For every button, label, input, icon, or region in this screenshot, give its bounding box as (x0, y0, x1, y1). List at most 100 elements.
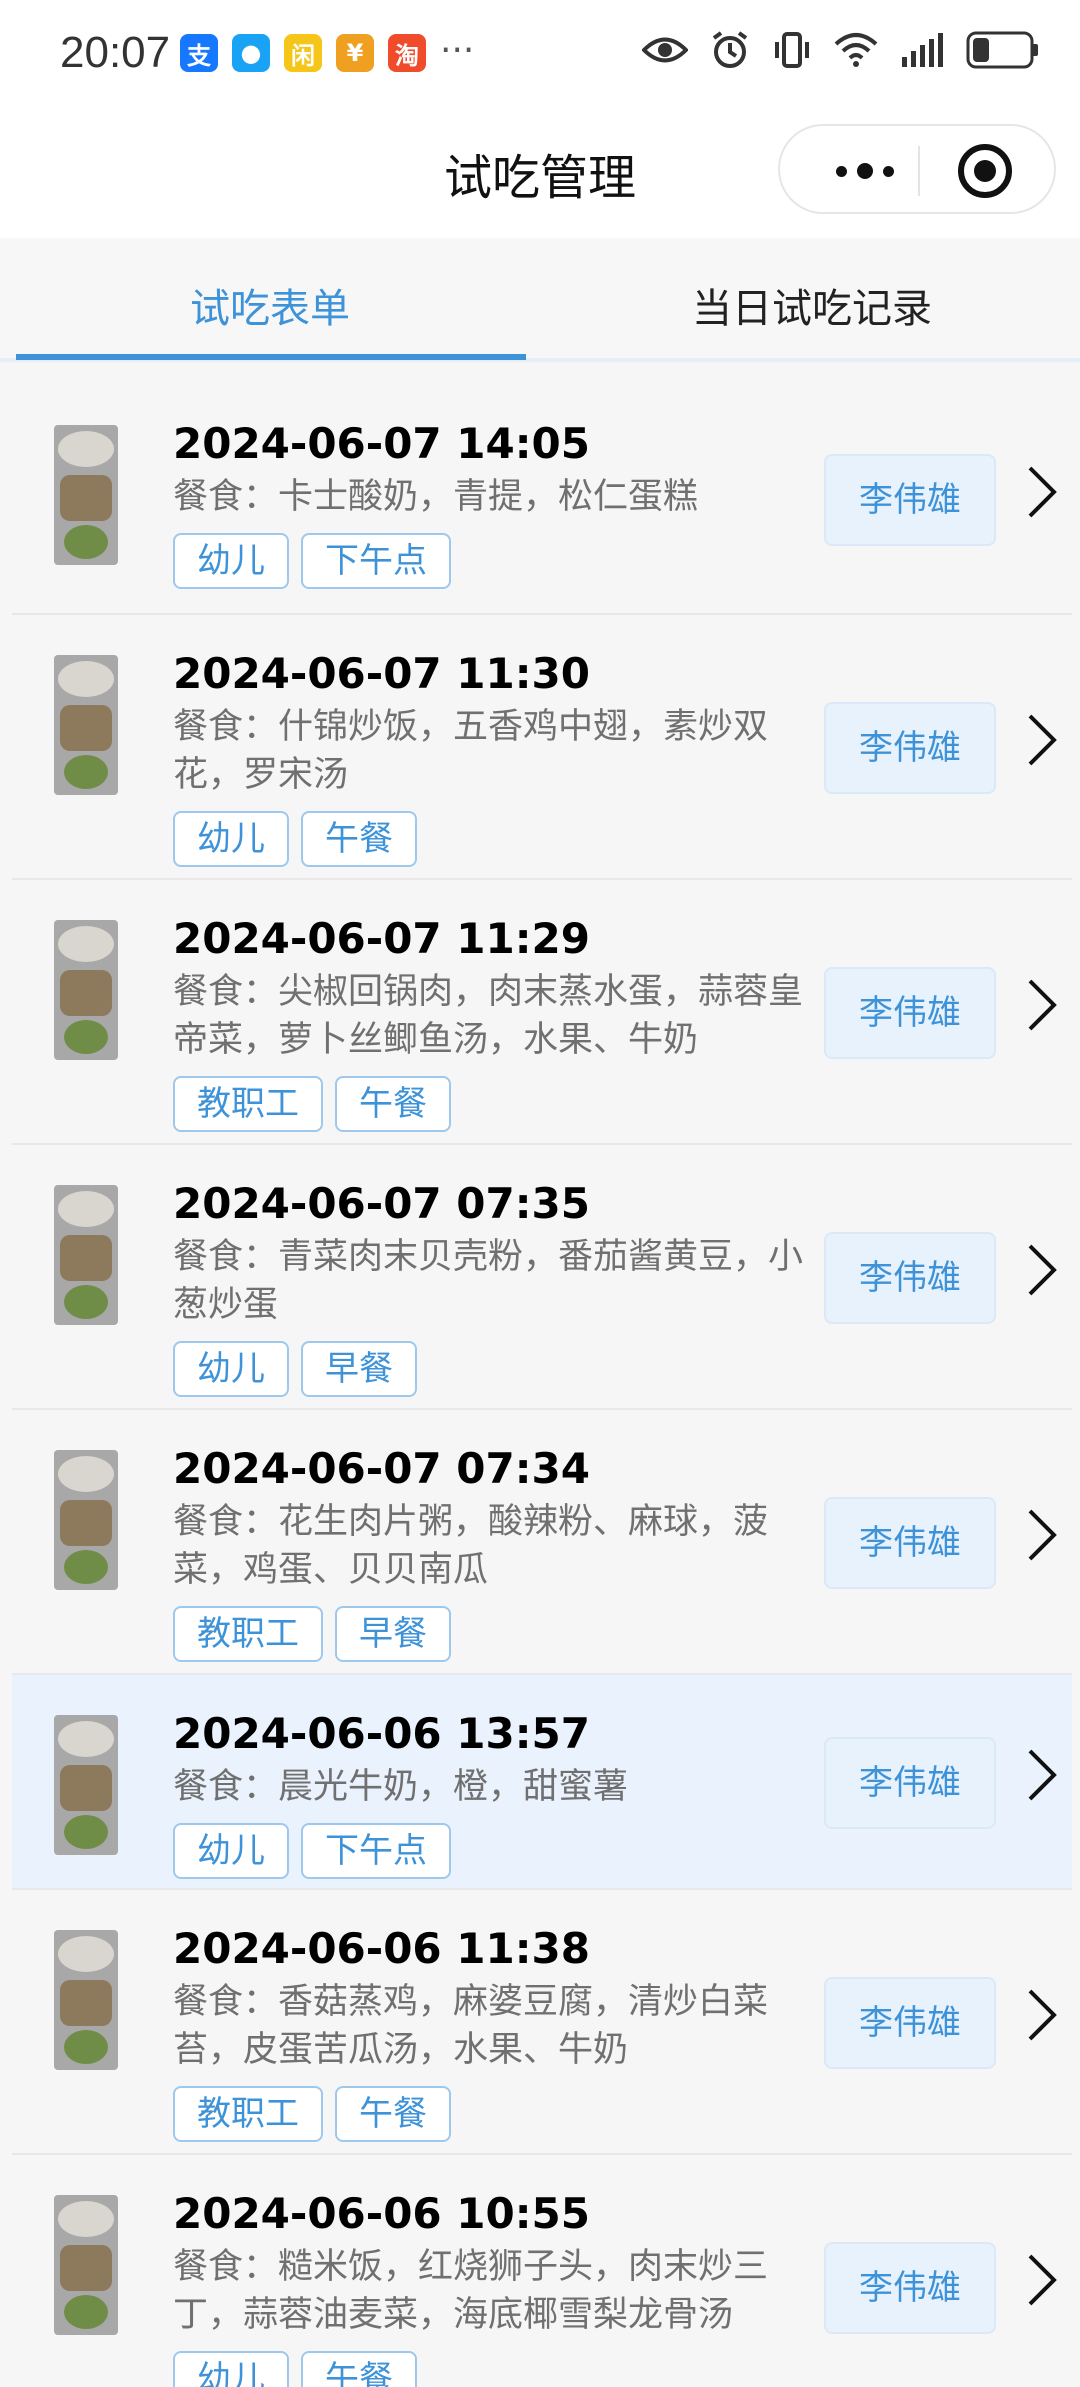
wifi-icon (834, 33, 878, 67)
capsule-divider (918, 146, 920, 196)
record-content: 2024-06-06 11:38 餐食：香菇蒸鸡，麻婆豆腐，清炒白菜苔，皮蛋苦瓜汤… (173, 1924, 823, 2142)
tab-today-records[interactable]: 当日试吃记录 (692, 276, 932, 334)
record-time: 2024-06-06 11:38 (173, 1924, 590, 1973)
more-notifications-icon: ··· (440, 30, 475, 71)
record-time: 2024-06-07 14:05 (173, 419, 590, 468)
taster-name-button[interactable]: 李伟雄 (824, 1977, 996, 2069)
record-tags: 幼儿 早餐 (173, 1341, 823, 1397)
record-meal: 餐食：晨光牛奶，橙，甜蜜薯 (173, 1767, 629, 1807)
record-tag: 教职工 (173, 1076, 323, 1132)
record-tag: 幼儿 (173, 1341, 289, 1397)
record-content: 2024-06-07 11:30 餐食：什锦炒饭，五香鸡中翅，素炒双花，罗宋汤幼儿… (173, 649, 823, 867)
status-bar: 20:07 支 ● 闲 ¥ 淘 ··· (0, 0, 1080, 108)
record-time: 2024-06-07 07:35 (173, 1179, 590, 1228)
chevron-right-icon[interactable] (1022, 1240, 1062, 1300)
record-tag: 午餐 (301, 2351, 417, 2387)
record-tags: 幼儿 下午点 (173, 533, 823, 589)
chevron-right-icon[interactable] (1022, 462, 1062, 522)
record-item[interactable]: 2024-06-07 11:30 餐食：什锦炒饭，五香鸡中翅，素炒双花，罗宋汤幼儿… (12, 615, 1072, 880)
record-item[interactable]: 2024-06-07 07:34 餐食：花生肉片粥，酸辣粉、麻球，菠菜，鸡蛋、贝贝… (12, 1410, 1072, 1675)
record-meal: 餐食：卡士酸奶，青提，松仁蛋糕 (173, 477, 699, 517)
navigation-bar: 试吃管理 (0, 108, 1080, 238)
tab-tasting-form[interactable]: 试吃表单 (190, 276, 350, 334)
meal-photo-thumbnail[interactable] (54, 920, 118, 1060)
record-time: 2024-06-07 11:30 (173, 649, 590, 698)
taster-name-button[interactable]: 李伟雄 (824, 702, 996, 794)
record-time: 2024-06-06 10:55 (173, 2189, 590, 2238)
alipay-icon: 支 (180, 34, 218, 72)
chevron-right-icon[interactable] (1022, 1985, 1062, 2045)
taster-name-button[interactable]: 李伟雄 (824, 2242, 996, 2334)
record-item[interactable]: 2024-06-06 10:55 餐食：糙米饭，红烧狮子头，肉末炒三丁，蒜蓉油麦菜… (12, 2155, 1072, 2387)
battery-icon (966, 31, 1038, 69)
taster-name-button[interactable]: 李伟雄 (824, 454, 996, 546)
meal-photo-thumbnail[interactable] (54, 1930, 118, 2070)
alarm-icon (712, 31, 748, 68)
record-tag: 教职工 (173, 2086, 323, 2142)
record-item[interactable]: 2024-06-07 11:29 餐食：尖椒回锅肉，肉末蒸水蛋，蒜蓉皇帝菜，萝卜丝… (12, 880, 1072, 1145)
record-item[interactable]: 2024-06-06 11:38 餐食：香菇蒸鸡，麻婆豆腐，清炒白菜苔，皮蛋苦瓜汤… (12, 1890, 1072, 2155)
record-tags: 幼儿 下午点 (173, 1823, 823, 1879)
record-time: 2024-06-06 13:57 (173, 1709, 590, 1758)
miniprogram-capsule (778, 124, 1056, 214)
chevron-right-icon[interactable] (1022, 1505, 1062, 1565)
chevron-right-icon[interactable] (1022, 975, 1062, 1035)
record-content: 2024-06-07 07:34 餐食：花生肉片粥，酸辣粉、麻球，菠菜，鸡蛋、贝贝… (173, 1444, 823, 1662)
record-meal: 餐食：尖椒回锅肉，肉末蒸水蛋，蒜蓉皇帝菜，萝卜丝鲫鱼汤，水果、牛奶 (173, 972, 804, 1060)
meal-photo-thumbnail[interactable] (54, 425, 118, 565)
record-tag: 早餐 (301, 1341, 417, 1397)
record-time: 2024-06-07 07:34 (173, 1444, 590, 1493)
record-tags: 教职工 午餐 (173, 2086, 823, 2142)
chevron-right-icon[interactable] (1022, 710, 1062, 770)
record-item[interactable]: 2024-06-06 13:57 餐食：晨光牛奶，橙，甜蜜薯幼儿 下午点 李伟雄 (12, 1675, 1072, 1890)
taster-name-button[interactable]: 李伟雄 (824, 1232, 996, 1324)
taster-name-button[interactable]: 李伟雄 (824, 1497, 996, 1589)
taobao-icon: 淘 (388, 34, 426, 72)
system-icons (642, 30, 1040, 70)
notification-icons: 支 ● 闲 ¥ 淘 (180, 34, 426, 72)
record-tags: 幼儿 午餐 (173, 2351, 823, 2387)
chevron-right-icon[interactable] (1022, 1745, 1062, 1805)
record-tags: 教职工 午餐 (173, 1076, 823, 1132)
redpacket-icon: ¥ (336, 34, 374, 72)
status-time: 20:07 (60, 28, 171, 77)
record-tag: 幼儿 (173, 811, 289, 867)
record-meal: 餐食：糙米饭，红烧狮子头，肉末炒三丁，蒜蓉油麦菜，海底椰雪梨龙骨汤 (173, 2247, 769, 2335)
record-content: 2024-06-07 14:05 餐食：卡士酸奶，青提，松仁蛋糕幼儿 下午点 (173, 419, 823, 589)
record-tag: 午餐 (335, 2086, 451, 2142)
tab-bar: 试吃表单 当日试吃记录 (0, 238, 1080, 362)
signal-icon (902, 33, 943, 67)
meal-photo-thumbnail[interactable] (54, 655, 118, 795)
meal-photo-thumbnail[interactable] (54, 1450, 118, 1590)
record-content: 2024-06-06 10:55 餐食：糙米饭，红烧狮子头，肉末炒三丁，蒜蓉油麦菜… (173, 2189, 823, 2387)
meal-photo-thumbnail[interactable] (54, 2195, 118, 2335)
record-tag: 午餐 (301, 811, 417, 867)
record-tag: 幼儿 (173, 2351, 289, 2387)
active-tab-indicator (16, 354, 526, 360)
record-tags: 幼儿 午餐 (173, 811, 823, 867)
close-miniprogram-button[interactable] (958, 144, 1012, 198)
taster-name-button[interactable]: 李伟雄 (824, 1737, 996, 1829)
chevron-right-icon[interactable] (1022, 2250, 1062, 2310)
record-meal: 餐食：青菜肉末贝壳粉，番茄酱黄豆，小葱炒蛋 (173, 1237, 804, 1325)
more-menu-button[interactable] (810, 144, 920, 198)
record-time: 2024-06-07 11:29 (173, 914, 590, 963)
record-tag: 午餐 (335, 1076, 451, 1132)
record-item[interactable]: 2024-06-07 14:05 餐食：卡士酸奶，青提，松仁蛋糕 幼儿 下午点 李伟雄 (12, 385, 1072, 615)
record-tag: 教职工 (173, 1606, 323, 1662)
eye-icon (642, 37, 688, 63)
meal-photo-thumbnail[interactable] (54, 1715, 118, 1855)
record-content: 2024-06-07 07:35 餐食：青菜肉末贝壳粉，番茄酱黄豆，小葱炒蛋幼儿早… (173, 1179, 823, 1397)
record-tag: 幼儿 (173, 533, 289, 589)
record-tags: 教职工 早餐 (173, 1606, 823, 1662)
meal-photo-thumbnail[interactable] (54, 1185, 118, 1325)
record-tag: 下午点 (301, 533, 451, 589)
message-icon: ● (232, 34, 270, 72)
record-tag: 早餐 (335, 1606, 451, 1662)
taster-name-button[interactable]: 李伟雄 (824, 967, 996, 1059)
record-meal: 餐食：什锦炒饭，五香鸡中翅，素炒双花，罗宋汤 (173, 707, 769, 795)
record-meal: 餐食：香菇蒸鸡，麻婆豆腐，清炒白菜苔，皮蛋苦瓜汤，水果、牛奶 (173, 1982, 769, 2070)
news-icon: 闲 (284, 34, 322, 72)
record-tag: 下午点 (301, 1823, 451, 1879)
record-item[interactable]: 2024-06-07 07:35 餐食：青菜肉末贝壳粉，番茄酱黄豆，小葱炒蛋幼儿早… (12, 1145, 1072, 1410)
